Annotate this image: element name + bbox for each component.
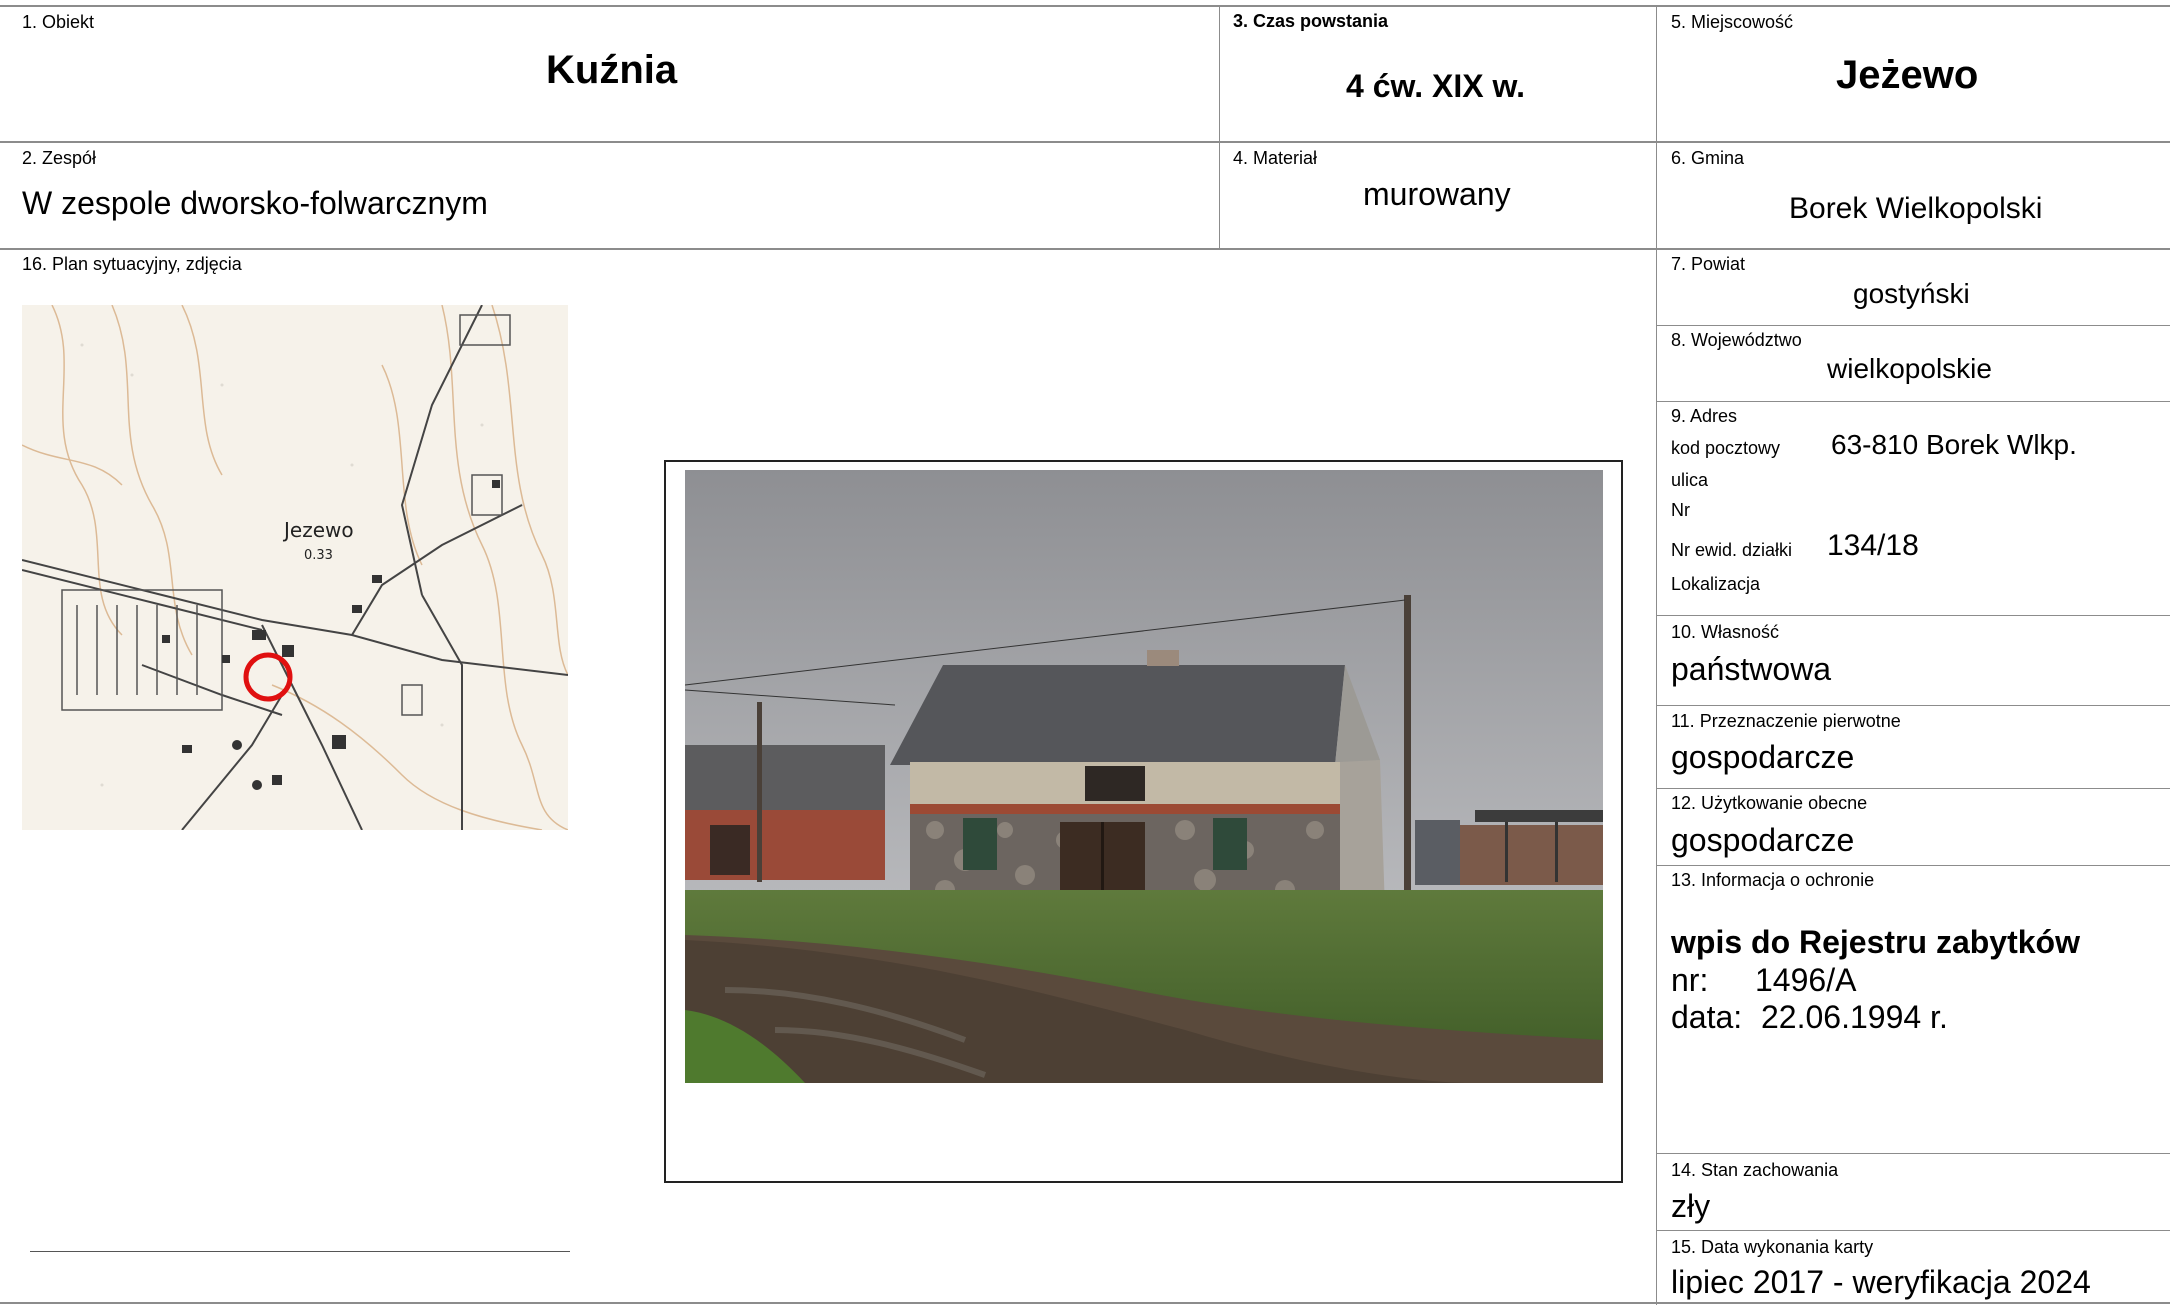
wojewodztwo-value: wielkopolskie <box>1827 353 1992 384</box>
building-photo <box>685 470 1603 1083</box>
material-value: murowany <box>1363 176 1511 212</box>
dzialka-label: Nr ewid. działki <box>1671 540 1793 560</box>
data-karty-value: lipiec 2017 - weryfikacja 2024 <box>1671 1264 2091 1300</box>
material-label: 4. Materiał <box>1233 148 1318 168</box>
divider-stan <box>1656 1230 2170 1231</box>
map-place-label: Jezewo <box>282 518 354 542</box>
data-karty-label: 15. Data wykonania karty <box>1671 1237 1874 1257</box>
stan-value: zły <box>1671 1188 1711 1224</box>
powiat-label: 7. Powiat <box>1671 254 1746 274</box>
divider-powiat <box>1656 325 2170 326</box>
adres-label: 9. Adres <box>1671 406 1738 426</box>
stan-label: 14. Stan zachowania <box>1671 1160 1839 1180</box>
divider-uzytkowanie <box>1656 865 2170 866</box>
gmina-label: 6. Gmina <box>1671 148 1745 168</box>
map-spot-height: 0.33 <box>304 548 333 563</box>
divider-woj <box>1656 401 2170 402</box>
obiekt-value: Kuźnia <box>546 48 678 92</box>
ulica-label: ulica <box>1671 470 1709 490</box>
row-divider-1 <box>0 141 2170 143</box>
czas-value: 4 ćw. XIX w. <box>1346 68 1526 104</box>
ochrona-label: 13. Informacja o ochronie <box>1671 870 1875 890</box>
divider-adres <box>1656 615 2170 616</box>
nr-label: Nr <box>1671 500 1690 520</box>
kod-pocztowy-value: 63-810 Borek Wlkp. <box>1831 429 2077 460</box>
dzialka-value: 134/18 <box>1827 529 1919 562</box>
divider-wlasnosc <box>1656 705 2170 706</box>
gmina-value: Borek Wielkopolski <box>1789 192 2043 225</box>
obiekt-label: 1. Obiekt <box>22 12 95 32</box>
miejscowosc-value: Jeżewo <box>1836 53 1979 97</box>
map-underline <box>30 1251 570 1252</box>
lokalizacja-label: Lokalizacja <box>1671 574 1761 594</box>
rejestr-title: wpis do Rejestru zabytków <box>1671 924 2080 960</box>
przeznaczenie-value: gospodarcze <box>1671 739 1855 775</box>
border-bottom <box>0 1302 2170 1304</box>
divider-ochrona <box>1656 1153 2170 1154</box>
kod-pocztowy-label: kod pocztowy <box>1671 438 1781 458</box>
rejestr-data-label: data: <box>1671 999 1743 1035</box>
wojewodztwo-label: 8. Województwo <box>1671 330 1802 350</box>
zespol-value: W zespole dworsko-folwarcznym <box>22 185 488 221</box>
miejscowosc-label: 5. Miejscowość <box>1671 12 1794 32</box>
czas-label: 3. Czas powstania <box>1233 11 1389 31</box>
uzytkowanie-value: gospodarcze <box>1671 822 1855 858</box>
wlasnosc-value: państwowa <box>1671 651 1832 687</box>
situation-map: Jezewo 0.33 <box>22 305 568 830</box>
zespol-label: 2. Zespół <box>22 148 97 168</box>
wlasnosc-label: 10. Własność <box>1671 622 1780 642</box>
row-divider-2 <box>0 248 2170 250</box>
przeznaczenie-label: 11. Przeznaczenie pierwotne <box>1671 711 1901 731</box>
rejestr-nr-value: 1496/A <box>1755 962 1857 998</box>
divider-przeznaczenie <box>1656 788 2170 789</box>
powiat-value: gostyński <box>1853 278 1970 309</box>
col-divider-2 <box>1656 5 1657 1305</box>
map-drawing: Jezewo 0.33 <box>22 305 568 830</box>
photo-drawing <box>685 470 1603 1083</box>
border-top <box>0 5 2170 7</box>
col-divider-1 <box>1219 5 1220 249</box>
uzytkowanie-label: 12. Użytkowanie obecne <box>1671 793 1868 813</box>
rejestr-data-value: 22.06.1994 r. <box>1761 999 1948 1035</box>
plan-label: 16. Plan sytuacyjny, zdjęcia <box>22 254 242 274</box>
rejestr-nr-label: nr: <box>1671 962 1709 998</box>
